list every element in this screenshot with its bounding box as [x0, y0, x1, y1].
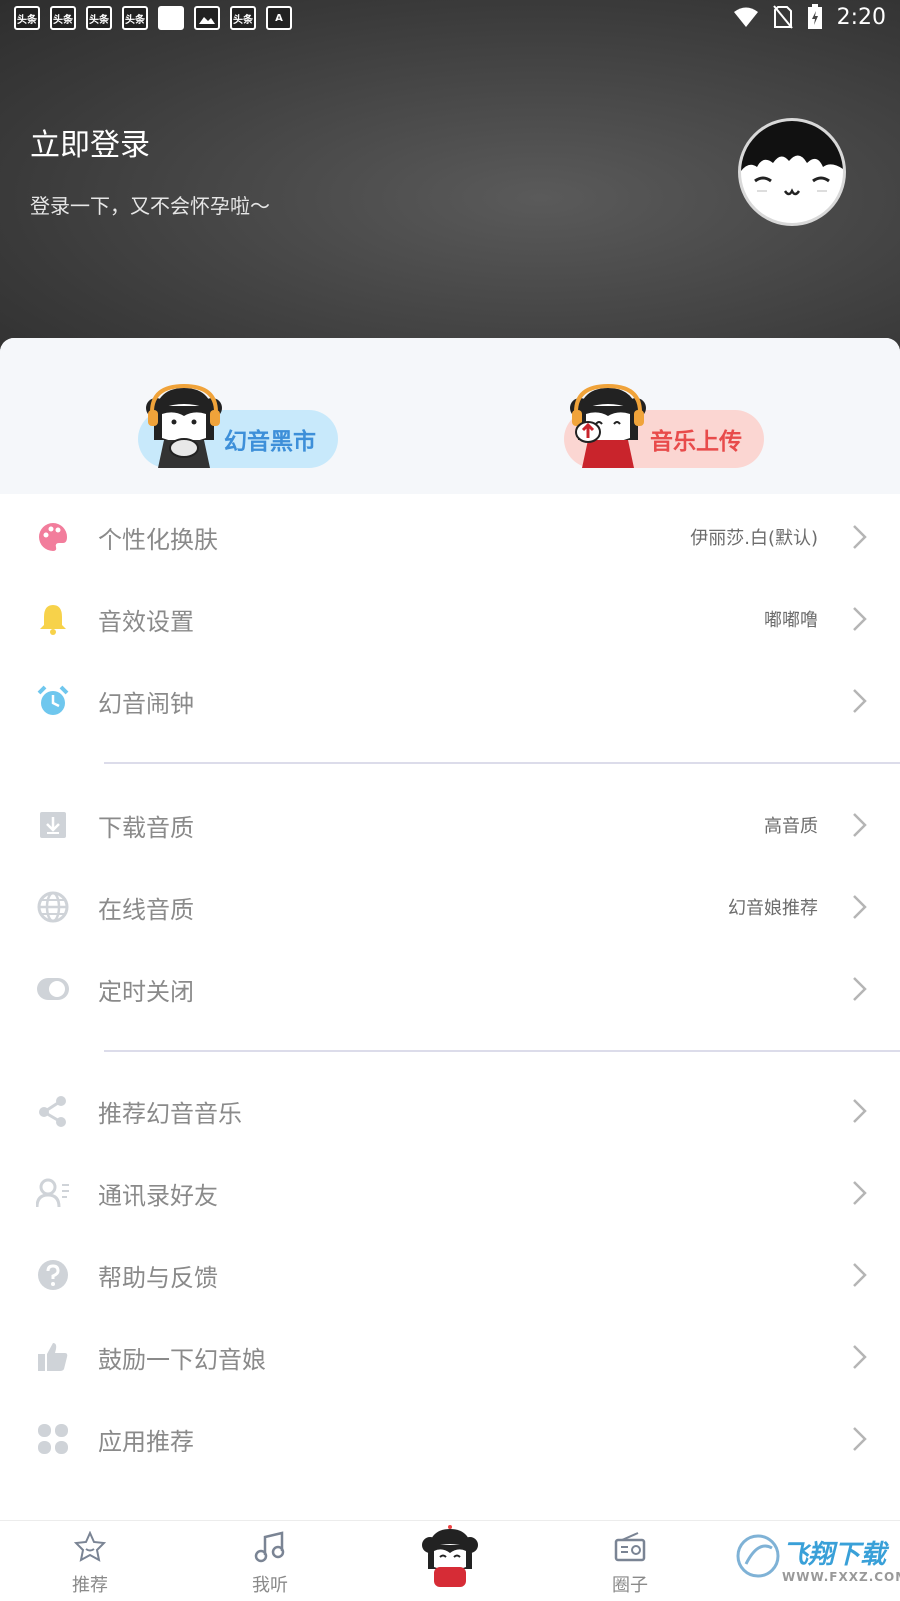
music-upload-label: 音乐上传 — [650, 429, 742, 455]
download-icon — [36, 808, 70, 842]
tab-recommend[interactable]: 推荐 — [30, 1521, 150, 1601]
font-a-icon: A — [266, 6, 292, 30]
chevron-right-icon — [853, 1345, 867, 1369]
chevron-right-icon — [853, 525, 867, 549]
clock-time: 2:20 — [836, 4, 886, 30]
tab-label: 推荐 — [72, 1575, 108, 1596]
section-divider — [104, 1050, 900, 1052]
chevron-right-icon — [853, 1099, 867, 1123]
avatar[interactable] — [738, 118, 846, 226]
blank-app-icon — [158, 6, 184, 30]
menu-item-label: 个性化换肤 — [98, 525, 218, 554]
black-market-label: 幻音黑市 — [224, 429, 316, 455]
radio-icon — [614, 1532, 646, 1562]
apps-icon — [36, 1422, 70, 1456]
tab-listening[interactable]: 我听 — [210, 1521, 330, 1601]
image-icon — [194, 6, 220, 30]
tab-label: 我听 — [252, 1575, 288, 1596]
menu-item-value: 伊丽莎.白(默认) — [690, 528, 818, 549]
chevron-right-icon — [853, 977, 867, 1001]
chevron-right-icon — [853, 1181, 867, 1205]
watermark-text: 飞翔下载 — [782, 1540, 887, 1570]
menu-item-value: 高音质 — [764, 816, 818, 837]
menu-item-label: 鼓励一下幻音娘 — [98, 1345, 266, 1374]
menu-item-label: 通讯录好友 — [98, 1181, 218, 1210]
menu-item-skin[interactable]: 个性化换肤 伊丽莎.白(默认) — [0, 496, 900, 578]
menu-item-value: 嘟嘟噜 — [764, 610, 818, 631]
palette-icon — [36, 520, 70, 554]
battery-icon — [807, 4, 822, 29]
star-face-icon — [74, 1531, 106, 1562]
watermark-url: WWW.FXXZ.COM — [782, 1570, 900, 1584]
menu-item-label: 幻音闹钟 — [98, 689, 194, 718]
tab-mascot[interactable] — [390, 1521, 510, 1601]
menu-item-label: 推荐幻音音乐 — [98, 1099, 242, 1128]
menu-item-sound-effects[interactable]: 音效设置 嘟嘟噜 — [0, 578, 900, 660]
login-subtitle: 登录一下，又不会怀孕啦〜 — [30, 194, 270, 218]
menu-item-download-quality[interactable]: 下载音质 高音质 — [0, 784, 900, 866]
system-icons: 2:20 — [733, 4, 886, 30]
help-icon — [36, 1258, 70, 1292]
no-sim-icon — [772, 5, 793, 29]
chevron-right-icon — [853, 1263, 867, 1287]
menu-item-label: 下载音质 — [98, 813, 194, 842]
chevron-right-icon — [853, 813, 867, 837]
menu-item-encourage[interactable]: 鼓励一下幻音娘 — [0, 1316, 900, 1398]
notification-icons: 头条 头条 头条 头条 头条 A — [14, 6, 292, 30]
status-bar: 头条 头条 头条 头条 头条 A 2:20 — [0, 0, 900, 36]
menu-item-share-app[interactable]: 推荐幻音音乐 — [0, 1070, 900, 1152]
menu-item-alarm[interactable]: 幻音闹钟 — [0, 660, 900, 742]
menu-item-label: 定时关闭 — [98, 977, 194, 1006]
mascot-girl-upload-icon — [570, 383, 646, 468]
menu-item-help-feedback[interactable]: 帮助与反馈 — [0, 1234, 900, 1316]
menu-item-label: 帮助与反馈 — [98, 1263, 218, 1292]
toggle-icon — [36, 972, 70, 1006]
menu-item-contacts[interactable]: 通讯录好友 — [0, 1152, 900, 1234]
toutiao-icon: 头条 — [14, 6, 40, 30]
tab-circle[interactable]: 圈子 — [570, 1521, 690, 1601]
settings-card: 幻音黑市 音乐上传 个性化换肤 伊丽莎.白(默认) 音效设置 嘟嘟噜 幻音闹钟 … — [0, 338, 900, 1520]
login-title[interactable]: 立即登录 — [30, 120, 150, 164]
chevron-right-icon — [853, 895, 867, 919]
menu-item-label: 音效设置 — [98, 607, 194, 636]
menu-item-label: 在线音质 — [98, 895, 194, 924]
menu-item-online-quality[interactable]: 在线音质 幻音娘推荐 — [0, 866, 900, 948]
music-note-icon — [254, 1531, 285, 1563]
section-divider — [104, 762, 900, 764]
toutiao-icon: 头条 — [122, 6, 148, 30]
watermark-logo-icon — [736, 1534, 780, 1578]
chevron-right-icon — [853, 1427, 867, 1451]
toutiao-icon: 头条 — [50, 6, 76, 30]
banner-area: 幻音黑市 音乐上传 — [0, 338, 900, 494]
menu-item-sleep-timer[interactable]: 定时关闭 — [0, 948, 900, 1030]
chevron-right-icon — [853, 607, 867, 631]
menu-item-app-recommend[interactable]: 应用推荐 — [0, 1398, 900, 1480]
share-icon — [36, 1094, 70, 1128]
menu-item-label: 应用推荐 — [98, 1427, 194, 1456]
chevron-right-icon — [853, 689, 867, 713]
profile-header: 头条 头条 头条 头条 头条 A 2:20 立即登录 登录一下，又不会怀孕啦〜 — [0, 0, 900, 360]
contacts-icon — [36, 1176, 70, 1210]
mascot-girl-icon — [146, 383, 222, 468]
tab-label: 圈子 — [612, 1575, 648, 1596]
menu-item-value: 幻音娘推荐 — [728, 898, 818, 919]
mascot-icon — [422, 1525, 478, 1587]
watermark: 飞翔下载 WWW.FXXZ.COM — [736, 1530, 900, 1594]
bell-icon — [36, 602, 70, 636]
alarm-clock-icon — [36, 684, 70, 718]
wifi-icon — [733, 7, 758, 27]
toutiao-icon: 头条 — [86, 6, 112, 30]
toutiao-icon: 头条 — [230, 6, 256, 30]
globe-icon — [36, 890, 70, 924]
thumbs-up-icon — [36, 1340, 70, 1374]
